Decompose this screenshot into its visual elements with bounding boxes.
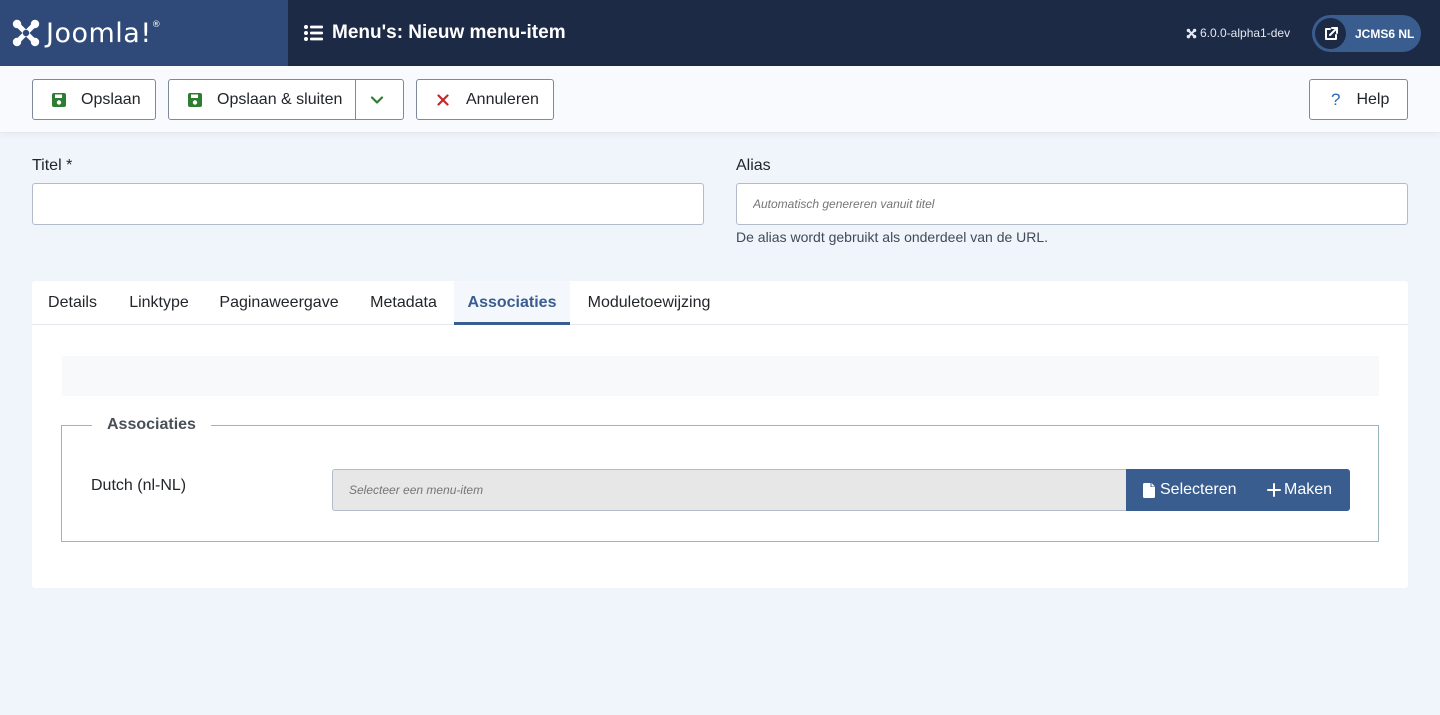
close-icon	[437, 93, 449, 106]
tab-associaties[interactable]: Associaties	[454, 281, 570, 325]
save-icon	[52, 92, 66, 107]
toolbar: Opslaan Opslaan & sluiten Annuleren ? He…	[0, 66, 1440, 133]
tab-linktype[interactable]: Linktype	[113, 281, 205, 325]
list-icon	[304, 25, 323, 41]
alias-hint: De alias wordt gebruikt als onderdeel va…	[736, 229, 1049, 245]
tab-metadata[interactable]: Metadata	[353, 281, 454, 325]
help-label: Help	[1356, 90, 1390, 108]
tab-moduletoewijzing[interactable]: Moduletoewijzing	[570, 281, 728, 325]
alias-label: Alias	[736, 157, 771, 174]
version-text: 6.0.0-alpha1-dev	[1200, 26, 1291, 40]
logo-text: Joomla!®	[46, 17, 162, 49]
title-label: Titel *	[32, 157, 73, 174]
question-icon: ?	[1331, 89, 1341, 109]
associations-legend: Associaties	[92, 416, 211, 434]
chevron-down-icon[interactable]	[370, 93, 384, 107]
cancel-button[interactable]: Annuleren	[416, 79, 554, 120]
joomla-logo[interactable]: Joomla!®	[0, 0, 288, 66]
tab-paginaweergave[interactable]: Paginaweergave	[205, 281, 353, 325]
version-info: 6.0.0-alpha1-dev	[1186, 26, 1290, 40]
create-label: Maken	[1284, 481, 1333, 498]
save-label: Opslaan	[81, 90, 141, 108]
associations-fieldset: Associaties Dutch (nl-NL) Selecteren Mak…	[61, 416, 1379, 542]
select-label: Selecteren	[1160, 481, 1237, 498]
tabs-card: Details Linktype Paginaweergave Metadata…	[32, 281, 1408, 588]
page-title: Menu's: Nieuw menu-item	[332, 22, 566, 43]
top-header: Joomla!® Menu's: Nieuw menu-item 6.0.0-a…	[0, 0, 1440, 66]
alias-input[interactable]	[736, 183, 1408, 225]
joomla-small-icon	[1186, 28, 1197, 38]
help-button[interactable]: ? Help	[1309, 79, 1408, 120]
save-close-button[interactable]: Opslaan & sluiten	[168, 79, 404, 120]
joomla-logo-icon	[12, 19, 40, 47]
save-close-label: Opslaan & sluiten	[217, 90, 343, 108]
title-input[interactable]	[32, 183, 704, 225]
site-link-button[interactable]: JCMS6 NL	[1312, 15, 1421, 52]
select-button[interactable]: Selecteren	[1126, 469, 1251, 511]
tab-details[interactable]: Details	[32, 281, 113, 325]
site-name-label: JCMS6 NL	[1355, 26, 1415, 41]
button-divider	[355, 80, 356, 119]
info-strip	[62, 356, 1379, 396]
language-label: Dutch (nl-NL)	[91, 477, 187, 494]
cancel-label: Annuleren	[466, 90, 539, 108]
tab-bar: Details Linktype Paginaweergave Metadata…	[32, 281, 1408, 325]
save-button[interactable]: Opslaan	[32, 79, 156, 120]
save-icon	[188, 92, 202, 107]
create-button[interactable]: Maken	[1251, 469, 1350, 511]
file-icon	[1143, 482, 1155, 498]
page-title-area: Menu's: Nieuw menu-item	[304, 0, 566, 66]
external-link-icon	[1315, 18, 1346, 49]
plus-icon	[1267, 483, 1281, 497]
menu-item-select-input[interactable]	[332, 469, 1128, 511]
